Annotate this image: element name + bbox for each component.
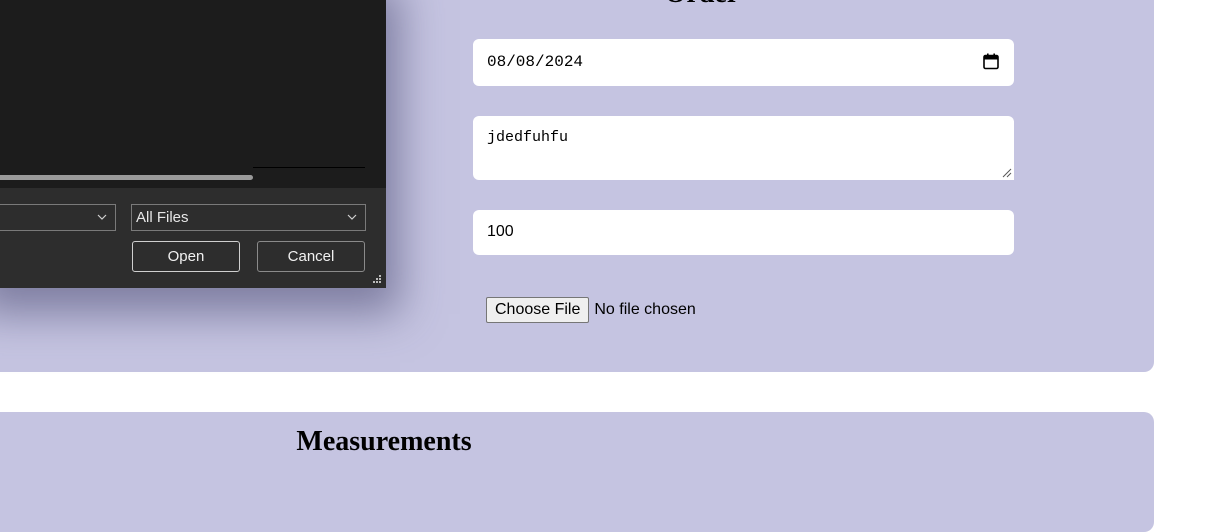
order-date-input[interactable]: 08/08/2024 — [473, 39, 1014, 86]
notes-textarea[interactable]: jdedfuhfu — [473, 116, 1014, 180]
file-type-label: All Files — [136, 209, 189, 226]
resize-grip-icon[interactable] — [371, 273, 383, 285]
horizontal-scrollbar[interactable] — [0, 175, 253, 180]
calendar-icon[interactable] — [983, 53, 999, 70]
measurements-title: Measurements — [296, 426, 472, 457]
file-input[interactable]: Choose File No file chosen — [486, 297, 696, 323]
file-type-select[interactable]: All Files — [131, 204, 366, 231]
quantity-value: 100 — [487, 223, 514, 240]
quantity-input[interactable]: 100 — [473, 210, 1014, 255]
date-value: 08/08/2024 — [487, 53, 584, 71]
notes-value: jdedfuhfu — [487, 129, 569, 146]
measurements-panel: Measurements — [0, 412, 1154, 532]
chevron-down-icon — [97, 214, 107, 220]
chevron-down-icon — [347, 214, 357, 220]
file-status-text: No file chosen — [594, 301, 696, 318]
choose-file-button[interactable]: Choose File — [486, 297, 590, 323]
dialog-footer — [0, 188, 386, 288]
file-open-dialog: All Files Open Cancel — [0, 0, 386, 288]
filename-combobox[interactable] — [0, 204, 116, 231]
resize-handle-icon[interactable] — [1001, 167, 1012, 178]
open-button[interactable]: Open — [132, 241, 240, 272]
divider-line — [253, 167, 365, 168]
cancel-button[interactable]: Cancel — [257, 241, 365, 272]
file-list-area[interactable] — [0, 0, 386, 188]
order-title: Order — [665, 0, 740, 10]
